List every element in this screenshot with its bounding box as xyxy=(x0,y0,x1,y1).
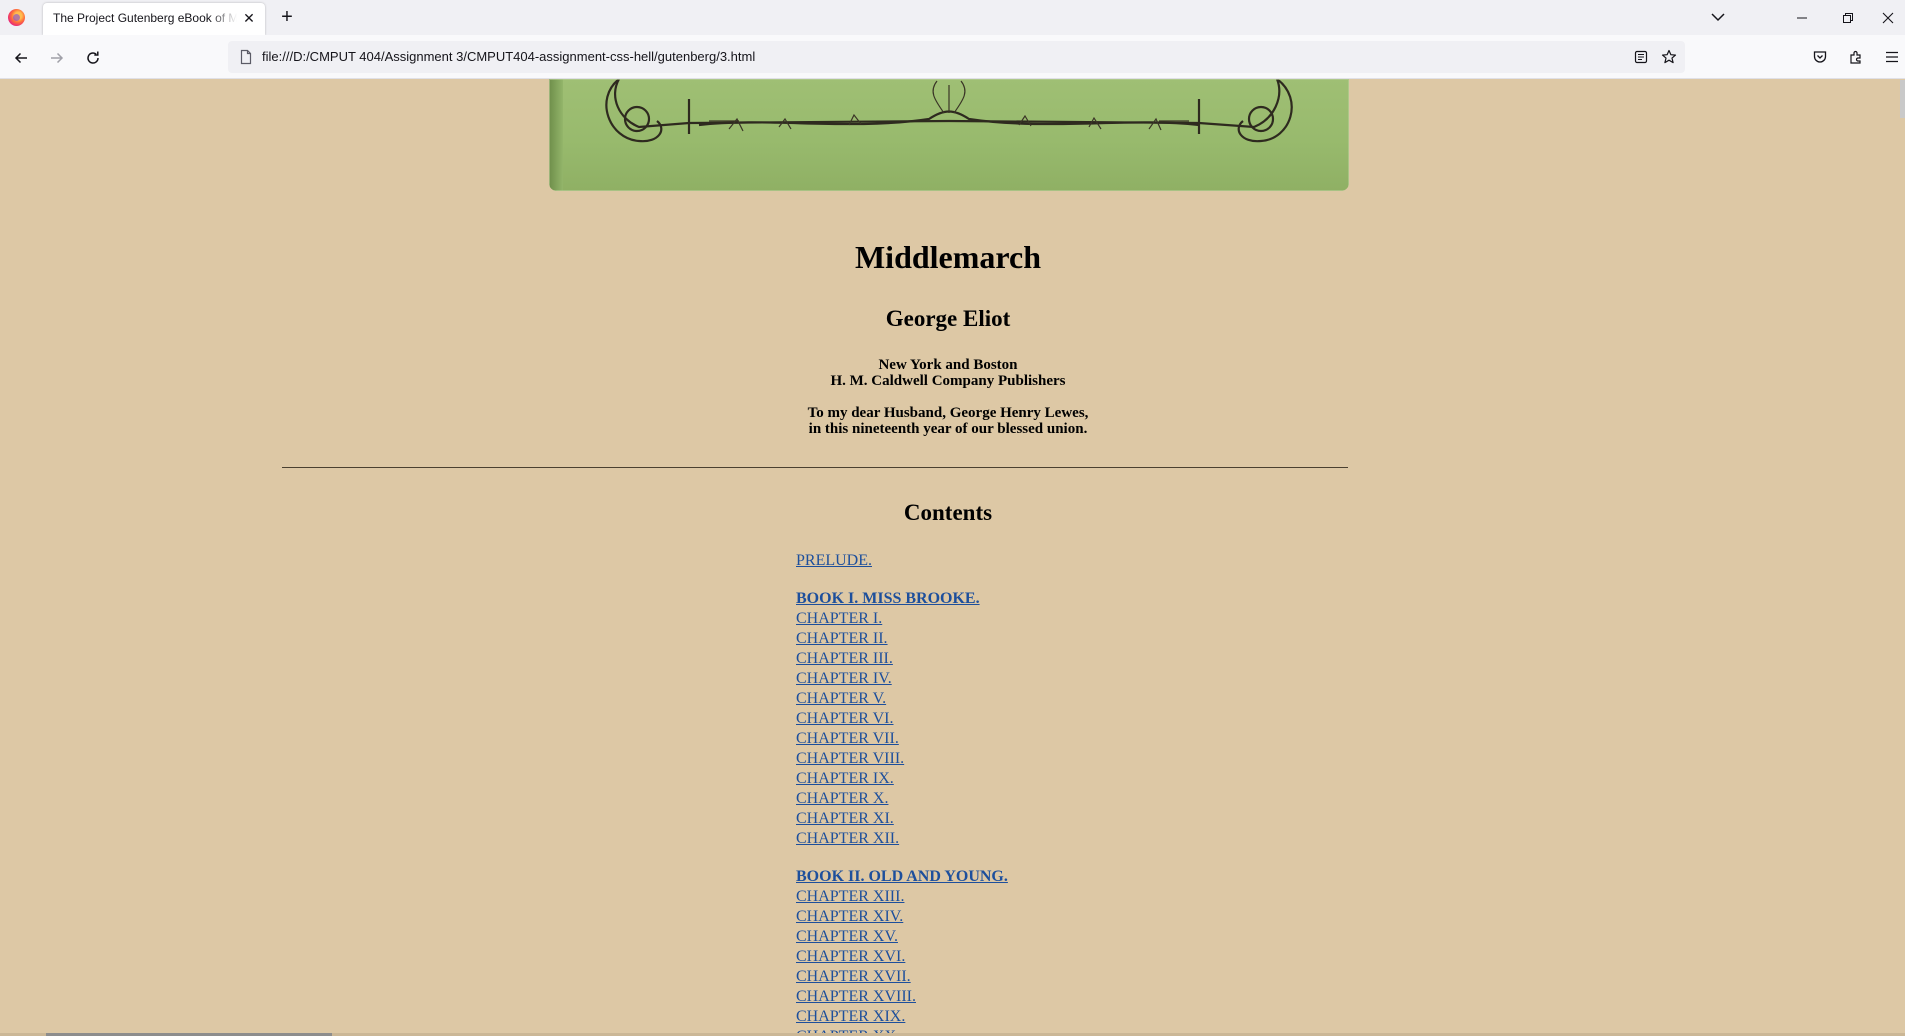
reload-button[interactable] xyxy=(82,47,104,69)
forward-button[interactable] xyxy=(46,47,68,69)
toc-link-book-2[interactable]: BOOK II. OLD AND YOUNG. xyxy=(796,867,1196,887)
bookmark-star-icon[interactable] xyxy=(1661,49,1677,65)
back-arrow-icon xyxy=(14,52,27,64)
page-viewport: Middlemarch George Eliot New York and Bo… xyxy=(0,79,1905,1036)
tab-strip: The Project Gutenberg eBook of Middlemar… xyxy=(0,0,1905,35)
book-author: George Eliot xyxy=(885,306,1011,331)
toc-link-chapter[interactable]: CHAPTER XVI. xyxy=(796,947,1196,967)
publisher-line-1: New York and Boston xyxy=(878,357,1018,373)
toc-link-book-1[interactable]: BOOK I. MISS BROOKE. xyxy=(796,589,1196,609)
toc-link-chapter[interactable]: CHAPTER XV. xyxy=(796,927,1196,947)
dedication: To my dear Husband, George Henry Lewes, … xyxy=(0,405,1896,437)
book-title: Middlemarch xyxy=(854,239,1042,275)
reload-icon xyxy=(87,51,99,64)
url-text: file:///D:/CMPUT 404/Assignment 3/CMPUT4… xyxy=(262,49,756,64)
contents-heading: Contents xyxy=(903,500,993,525)
navigation-toolbar: file:///D:/CMPUT 404/Assignment 3/CMPUT4… xyxy=(0,35,1905,79)
toc-link-chapter[interactable]: CHAPTER VI. xyxy=(796,709,1196,729)
list-all-tabs-chevron-icon[interactable] xyxy=(1708,7,1728,27)
table-of-contents: PRELUDE. BOOK I. MISS BROOKE. CHAPTER I.… xyxy=(796,551,1196,1036)
horizontal-divider xyxy=(282,467,1348,468)
toc-link-chapter[interactable]: CHAPTER V. xyxy=(796,689,1196,709)
toc-link-chapter[interactable]: CHAPTER VII. xyxy=(796,729,1196,749)
toc-link-chapter[interactable]: CHAPTER XII. xyxy=(796,829,1196,849)
restore-window-button[interactable] xyxy=(1825,0,1871,35)
toc-link-chapter[interactable]: CHAPTER XIX. xyxy=(796,1007,1196,1027)
toc-link-prelude[interactable]: PRELUDE. xyxy=(796,551,1196,571)
pocket-icon[interactable] xyxy=(1810,47,1830,67)
extensions-icon[interactable] xyxy=(1846,47,1866,67)
toc-link-chapter[interactable]: CHAPTER X. xyxy=(796,789,1196,809)
toc-link-chapter[interactable]: CHAPTER XI. xyxy=(796,809,1196,829)
toc-link-chapter[interactable]: CHAPTER I. xyxy=(796,609,1196,629)
minimize-window-button[interactable] xyxy=(1779,0,1825,35)
close-window-button[interactable] xyxy=(1871,0,1905,35)
reader-view-icon[interactable] xyxy=(1633,49,1649,65)
toc-link-chapter[interactable]: CHAPTER IV. xyxy=(796,669,1196,689)
close-tab-icon[interactable]: ✕ xyxy=(241,10,257,26)
toc-link-chapter[interactable]: CHAPTER XIV. xyxy=(796,907,1196,927)
tab-title: The Project Gutenberg eBook of Middlemar… xyxy=(53,11,237,25)
firefox-logo-icon xyxy=(8,9,25,26)
toc-link-chapter[interactable]: CHAPTER II. xyxy=(796,629,1196,649)
publisher-info: New York and Boston H. M. Caldwell Compa… xyxy=(0,357,1896,389)
url-bar[interactable]: file:///D:/CMPUT 404/Assignment 3/CMPUT4… xyxy=(228,41,1685,73)
toc-link-chapter[interactable]: CHAPTER III. xyxy=(796,649,1196,669)
app-menu-hamburger-icon[interactable] xyxy=(1882,47,1902,67)
vertical-scrollbar-thumb[interactable] xyxy=(1900,80,1905,118)
toc-link-chapter[interactable]: CHAPTER XIII. xyxy=(796,887,1196,907)
publisher-line-2: H. M. Caldwell Company Publishers xyxy=(830,373,1066,389)
dedication-line-1: To my dear Husband, George Henry Lewes, xyxy=(807,405,1089,421)
toc-link-chapter[interactable]: CHAPTER VIII. xyxy=(796,749,1196,769)
tab-active[interactable]: The Project Gutenberg eBook of Middlemar… xyxy=(43,3,265,35)
forward-arrow-icon xyxy=(51,52,64,64)
toc-link-chapter[interactable]: CHAPTER XVIII. xyxy=(796,987,1196,1007)
new-tab-button[interactable]: + xyxy=(277,7,297,27)
toc-link-chapter[interactable]: CHAPTER IX. xyxy=(796,769,1196,789)
dedication-line-2: in this nineteenth year of our blessed u… xyxy=(808,421,1088,437)
back-button[interactable] xyxy=(10,47,32,69)
toc-link-chapter[interactable]: CHAPTER XVII. xyxy=(796,967,1196,987)
page-document-icon xyxy=(238,49,254,65)
book-cover-image xyxy=(549,79,1349,191)
